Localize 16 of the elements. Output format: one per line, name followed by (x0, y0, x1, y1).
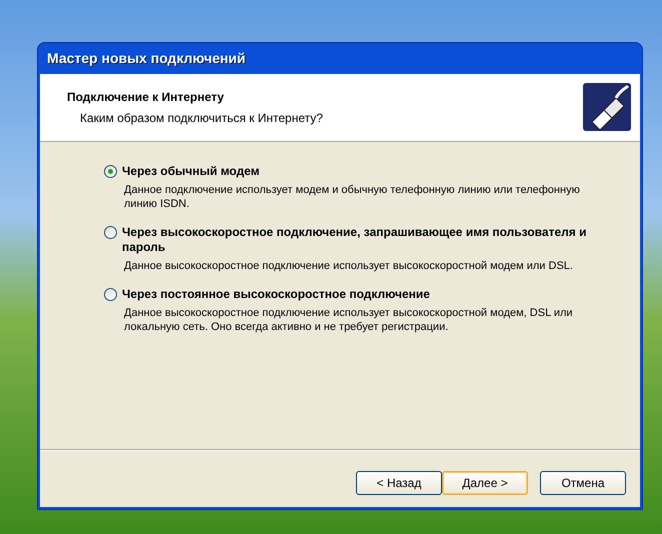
option-description: Данное высокоскоростное подключение использует высокоскоростной модем или DSL. (123, 259, 574, 273)
radio-button[interactable] (104, 226, 117, 239)
network-cable-icon (582, 82, 632, 132)
header-subtitle: Каким образом подключиться к Интернету? (79, 110, 323, 127)
dialog-button[interactable]: Далее > (442, 471, 528, 495)
dialog-button[interactable]: < Назад (356, 471, 442, 495)
option-label[interactable]: Через высокоскоростное подключение, запрашивающее имя пользователя и пароль (122, 225, 610, 255)
window-title: Мастер новых подключений (47, 48, 246, 68)
option-description: Данное подключение использует модем и обычную телефонную линию или телефонную линию ISDN. (123, 183, 581, 211)
dialog-button[interactable]: Отмена (540, 471, 626, 495)
option-label[interactable]: Через обычный модем (122, 164, 260, 179)
radio-button[interactable] (104, 165, 117, 178)
radio-button[interactable] (104, 288, 117, 301)
option-label[interactable]: Через постоянное высокоскоростное подключение (122, 287, 430, 302)
header-title: Подключение к Интернету (67, 89, 225, 106)
option-description: Данное высокоскоростное подключение использует высокоскоростной модем, DSL или локальную сеть. Оно всегда активно и не требует регистрации. (123, 306, 574, 334)
